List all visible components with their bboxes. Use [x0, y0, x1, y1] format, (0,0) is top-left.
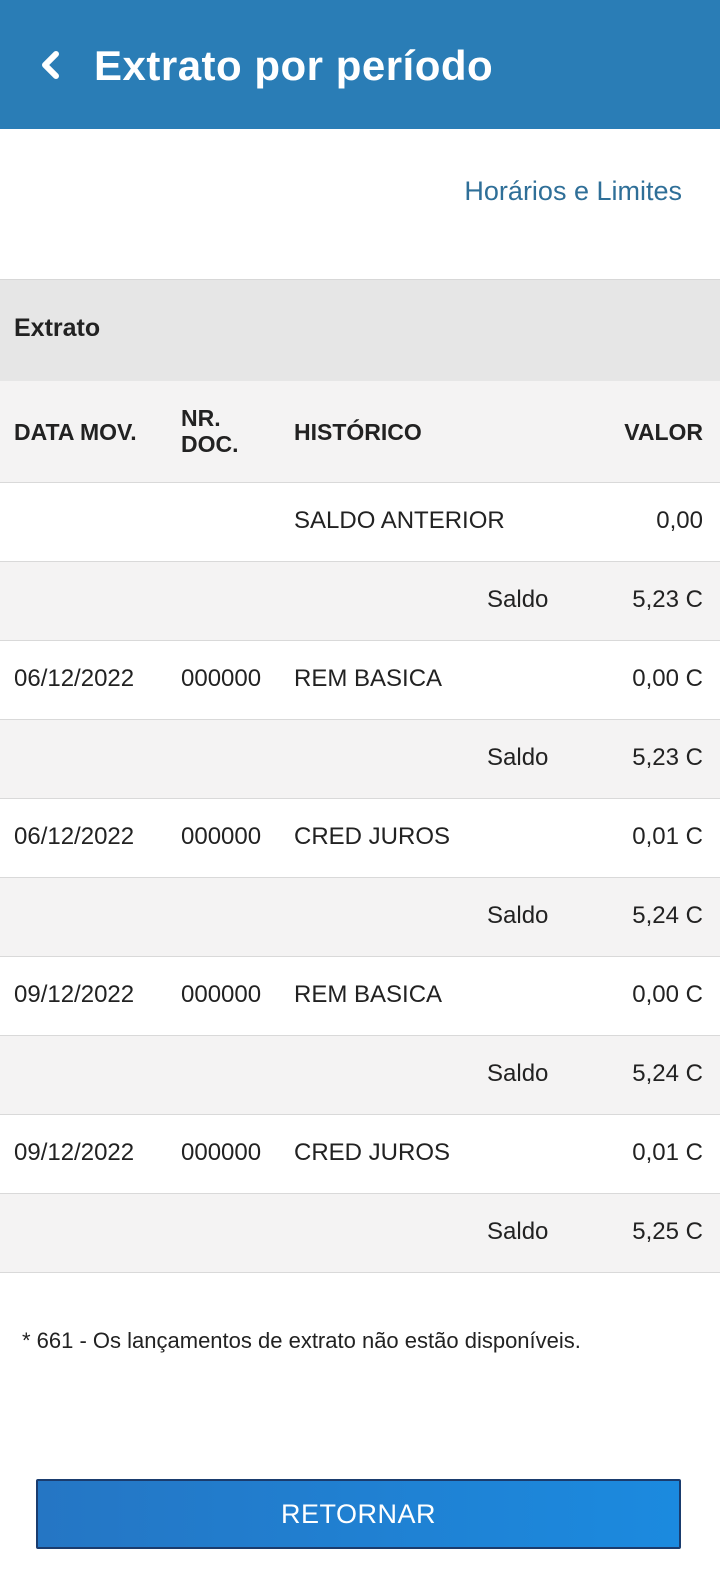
row-date: 09/12/2022 [14, 981, 135, 1008]
row-history: CRED JUROS [294, 823, 451, 850]
balance-row: Saldo 5,23 C [0, 562, 720, 641]
balance-row: Saldo 5,23 C [0, 720, 720, 799]
statement-table: DATA MOV. NR. DOC. HISTÓRICO VALOR SALDO… [0, 381, 720, 1273]
column-header-value: VALOR [624, 419, 703, 445]
balance-value: 5,25 C [632, 1218, 703, 1245]
row-value: 0,01 C [632, 1139, 703, 1166]
balance-value: 5,24 C [632, 902, 703, 929]
footnote: * 661 - Os lançamentos de extrato não es… [22, 1328, 581, 1353]
table-row: SALDO ANTERIOR 0,00 [0, 483, 720, 562]
balance-label: Saldo [487, 744, 549, 771]
balance-label: Saldo [487, 902, 549, 929]
row-history: REM BASICA [294, 665, 443, 692]
row-value: 0,01 C [632, 823, 703, 850]
row-date: 09/12/2022 [14, 1139, 135, 1166]
table-row: 06/12/2022 000000 CRED JUROS 0,01 C [0, 799, 720, 878]
row-history: REM BASICA [294, 981, 443, 1008]
row-history: SALDO ANTERIOR [294, 507, 505, 534]
column-header-doc: NR. DOC. [181, 405, 239, 457]
back-button[interactable] [30, 40, 70, 90]
balance-row: Saldo 5,24 C [0, 1036, 720, 1115]
balance-row: Saldo 5,25 C [0, 1194, 720, 1273]
table-header: DATA MOV. NR. DOC. HISTÓRICO VALOR [0, 381, 720, 483]
table-row: 09/12/2022 000000 CRED JUROS 0,01 C [0, 1115, 720, 1194]
limits-link[interactable]: Horários e Limites [464, 176, 682, 207]
row-date: 06/12/2022 [14, 823, 135, 850]
app-header: Extrato por período [0, 0, 720, 129]
row-doc: 000000 [181, 665, 262, 692]
row-doc: 000000 [181, 1139, 262, 1166]
table-row: 06/12/2022 000000 REM BASICA 0,00 C [0, 641, 720, 720]
page-title: Extrato por período [94, 42, 494, 89]
statement-section-header: Extrato [0, 279, 720, 381]
row-value: 0,00 [656, 507, 703, 534]
section-title: Extrato [14, 314, 101, 342]
balance-value: 5,23 C [632, 744, 703, 771]
table-row: 09/12/2022 000000 REM BASICA 0,00 C [0, 957, 720, 1036]
chevron-left-icon [42, 51, 59, 79]
row-doc: 000000 [181, 981, 262, 1008]
balance-value: 5,24 C [632, 1060, 703, 1087]
row-history: CRED JUROS [294, 1139, 451, 1166]
column-header-history: HISTÓRICO [294, 419, 422, 445]
return-button[interactable]: RETORNAR [36, 1479, 681, 1549]
row-doc: 000000 [181, 823, 262, 850]
row-date: 06/12/2022 [14, 665, 135, 692]
balance-value: 5,23 C [632, 586, 703, 613]
balance-label: Saldo [487, 1060, 549, 1087]
column-header-date: DATA MOV. [14, 419, 137, 445]
balance-label: Saldo [487, 586, 549, 613]
balance-label: Saldo [487, 1218, 549, 1245]
balance-row: Saldo 5,24 C [0, 878, 720, 957]
row-value: 0,00 C [632, 981, 703, 1008]
row-value: 0,00 C [632, 665, 703, 692]
